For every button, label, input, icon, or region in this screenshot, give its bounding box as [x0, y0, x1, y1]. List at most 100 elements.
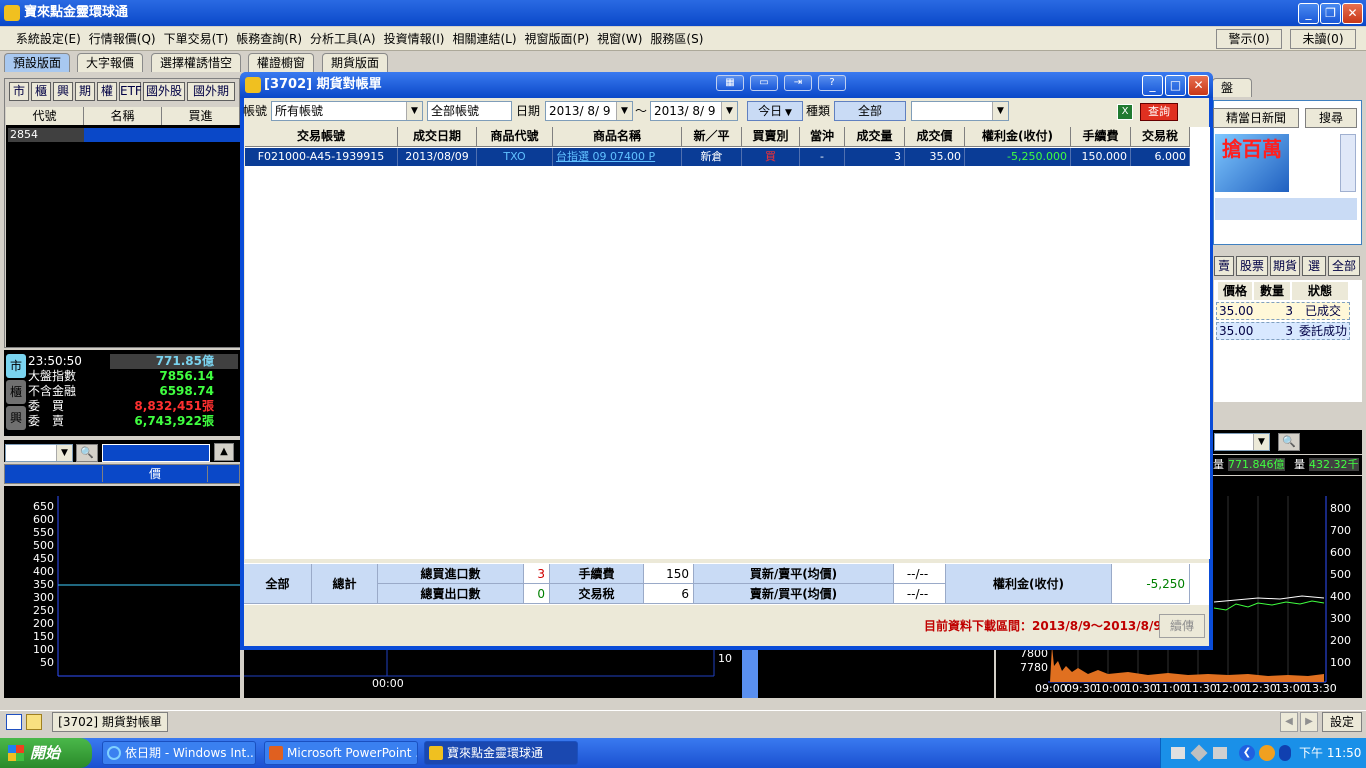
tab-options-layout[interactable]: 選擇權誘惜空: [151, 53, 242, 72]
grid-cell[interactable]: -5,250.000: [965, 148, 1071, 166]
grid-cell[interactable]: 35.00: [905, 148, 965, 166]
account-select[interactable]: 所有帳號 ▼: [271, 101, 423, 121]
order-filter-button[interactable]: 賣: [1214, 256, 1234, 276]
menu-order[interactable]: 下單交易(T): [160, 27, 233, 51]
keyboard-icon[interactable]: [1171, 747, 1185, 759]
menu-account[interactable]: 帳務查詢(R): [232, 27, 306, 51]
quote-btn-futures[interactable]: 期: [75, 82, 95, 101]
order-filter-button[interactable]: 股票: [1236, 256, 1268, 276]
quote-btn-otc[interactable]: 櫃: [31, 82, 51, 101]
dialog-maximize-button[interactable]: □: [1165, 75, 1186, 96]
resend-button[interactable]: 續傳: [1159, 614, 1205, 638]
excel-export-icon[interactable]: X: [1117, 104, 1133, 120]
type-all-button[interactable]: 全部: [834, 101, 906, 121]
grid-column-header[interactable]: 權利金(收付): [965, 127, 1071, 147]
grid-column-header[interactable]: 交易帳號: [245, 127, 398, 147]
grid-column-header[interactable]: 手續費: [1071, 127, 1131, 147]
settings-button[interactable]: 設定: [1322, 712, 1362, 732]
tab-warrant-window[interactable]: 權證櫥窗: [248, 53, 315, 72]
bluetooth-icon[interactable]: [1279, 745, 1291, 761]
account-name-field[interactable]: 全部帳號: [427, 101, 512, 121]
tab-big-quote[interactable]: 大字報價: [77, 53, 144, 72]
scroll-up-icon[interactable]: ▲: [214, 443, 234, 461]
menu-quotes[interactable]: 行情報價(Q): [85, 27, 160, 51]
grid-column-header[interactable]: 商品代號: [477, 127, 553, 147]
tool-icon[interactable]: [1190, 744, 1208, 762]
menu-layout[interactable]: 視窗版面(P): [521, 27, 594, 51]
grid-column-header[interactable]: 交易稅: [1131, 127, 1190, 147]
menu-analysis[interactable]: 分析工具(A): [306, 27, 380, 51]
dialog-minimize-button[interactable]: _: [1142, 75, 1163, 96]
quote-btn-foreign-stock[interactable]: 國外股: [143, 82, 185, 101]
print-icon[interactable]: ▭: [750, 75, 778, 91]
grid-column-header[interactable]: 成交價: [905, 127, 965, 147]
side-tab-emerging[interactable]: 興: [6, 406, 26, 430]
today-button[interactable]: 今日 ▼: [747, 101, 803, 121]
quote-row-selection[interactable]: [84, 128, 240, 142]
grid-cell[interactable]: TXO: [477, 148, 553, 166]
grid-column-header[interactable]: 新／平: [682, 127, 742, 147]
maximize-button[interactable]: ❐: [1320, 3, 1341, 24]
minimize-button[interactable]: _: [1298, 3, 1319, 24]
grid-column-header[interactable]: 當沖: [800, 127, 845, 147]
grid-cell[interactable]: 3: [845, 148, 905, 166]
news-search-button[interactable]: 搜尋: [1305, 108, 1357, 128]
layout-icon[interactable]: ▦: [716, 75, 744, 91]
network-icon[interactable]: [1213, 747, 1227, 759]
grid-cell[interactable]: 新倉: [682, 148, 742, 166]
side-tab-otc[interactable]: 櫃: [6, 380, 26, 404]
news-scrollbar[interactable]: [1340, 134, 1356, 192]
expand-tray-icon[interactable]: ❮: [1239, 745, 1255, 761]
grid-cell[interactable]: F021000-A45-1939915: [245, 148, 398, 166]
open-window-tab[interactable]: [3702] 期貨對帳單: [52, 712, 168, 732]
tab-right-board[interactable]: 盤: [1212, 78, 1252, 97]
order-row[interactable]: 35.00 3 已成交: [1216, 302, 1350, 320]
export-icon[interactable]: ⇥: [784, 75, 812, 91]
order-filter-button[interactable]: 全部: [1328, 256, 1360, 276]
grid-column-header[interactable]: 商品名稱: [553, 127, 682, 147]
quote-btn-listed[interactable]: 市: [9, 82, 29, 101]
daily-news-button[interactable]: 精當日新聞: [1213, 108, 1299, 128]
unread-button[interactable]: 未讀(0): [1290, 29, 1356, 49]
right-search-icon[interactable]: 🔍: [1278, 433, 1300, 451]
tab-default-layout[interactable]: 預設版面: [4, 53, 71, 72]
help-icon[interactable]: ?: [818, 75, 846, 91]
grid-cell[interactable]: 150.000: [1071, 148, 1131, 166]
tab-futures-layout[interactable]: 期貨版面: [322, 53, 389, 72]
chart-symbol-select[interactable]: ▼: [5, 444, 73, 462]
scroll-right-icon[interactable]: ▶: [1300, 712, 1318, 732]
grid-cell[interactable]: 台指選 09 07400 P: [553, 148, 682, 166]
order-row[interactable]: 35.00 3 委託成功: [1216, 322, 1350, 340]
scroll-left-icon[interactable]: ◀: [1280, 712, 1298, 732]
menu-window[interactable]: 視窗(W): [593, 27, 646, 51]
chart-scrollbar[interactable]: [742, 650, 758, 698]
quote-btn-emerging[interactable]: 興: [53, 82, 73, 101]
news-selected-row[interactable]: [1215, 198, 1357, 220]
task-powerpoint[interactable]: Microsoft PowerPoint ...: [264, 741, 418, 765]
grid-cell[interactable]: 6.000: [1131, 148, 1190, 166]
right-chart-select[interactable]: ▼: [1214, 433, 1270, 451]
menu-links[interactable]: 相關連結(L): [448, 27, 520, 51]
type-select[interactable]: ▼: [911, 101, 1009, 121]
date-from-field[interactable]: 2013/ 8/ 9 ▼: [545, 101, 633, 121]
task-ie[interactable]: 依日期 - Windows Int...: [102, 741, 256, 765]
menu-invest-info[interactable]: 投資情報(I): [380, 27, 449, 51]
grid-column-header[interactable]: 買賣別: [742, 127, 800, 147]
side-tab-listed[interactable]: 市: [6, 354, 26, 378]
menu-system[interactable]: 系統設定(E): [12, 27, 85, 51]
warning-button[interactable]: 警示(0): [1216, 29, 1282, 49]
grid-column-header[interactable]: 成交日期: [398, 127, 477, 147]
chart-symbol-input[interactable]: [102, 444, 210, 462]
folder-icon[interactable]: [26, 714, 42, 730]
grid-cell[interactable]: 買: [742, 148, 800, 166]
date-to-field[interactable]: 2013/ 8/ 9 ▼: [650, 101, 738, 121]
order-filter-button[interactable]: 選: [1302, 256, 1326, 276]
task-trading-app[interactable]: 寶來點金靈環球通: [424, 741, 578, 765]
dialog-close-button[interactable]: ✕: [1188, 75, 1209, 96]
quote-btn-foreign-futures[interactable]: 國外期: [187, 82, 235, 101]
start-button[interactable]: 開始: [0, 738, 92, 768]
grid-cell[interactable]: -: [800, 148, 845, 166]
mail-icon[interactable]: [1259, 745, 1275, 761]
window-list-icon[interactable]: [6, 714, 22, 730]
quote-row-code[interactable]: 2854: [8, 128, 84, 142]
